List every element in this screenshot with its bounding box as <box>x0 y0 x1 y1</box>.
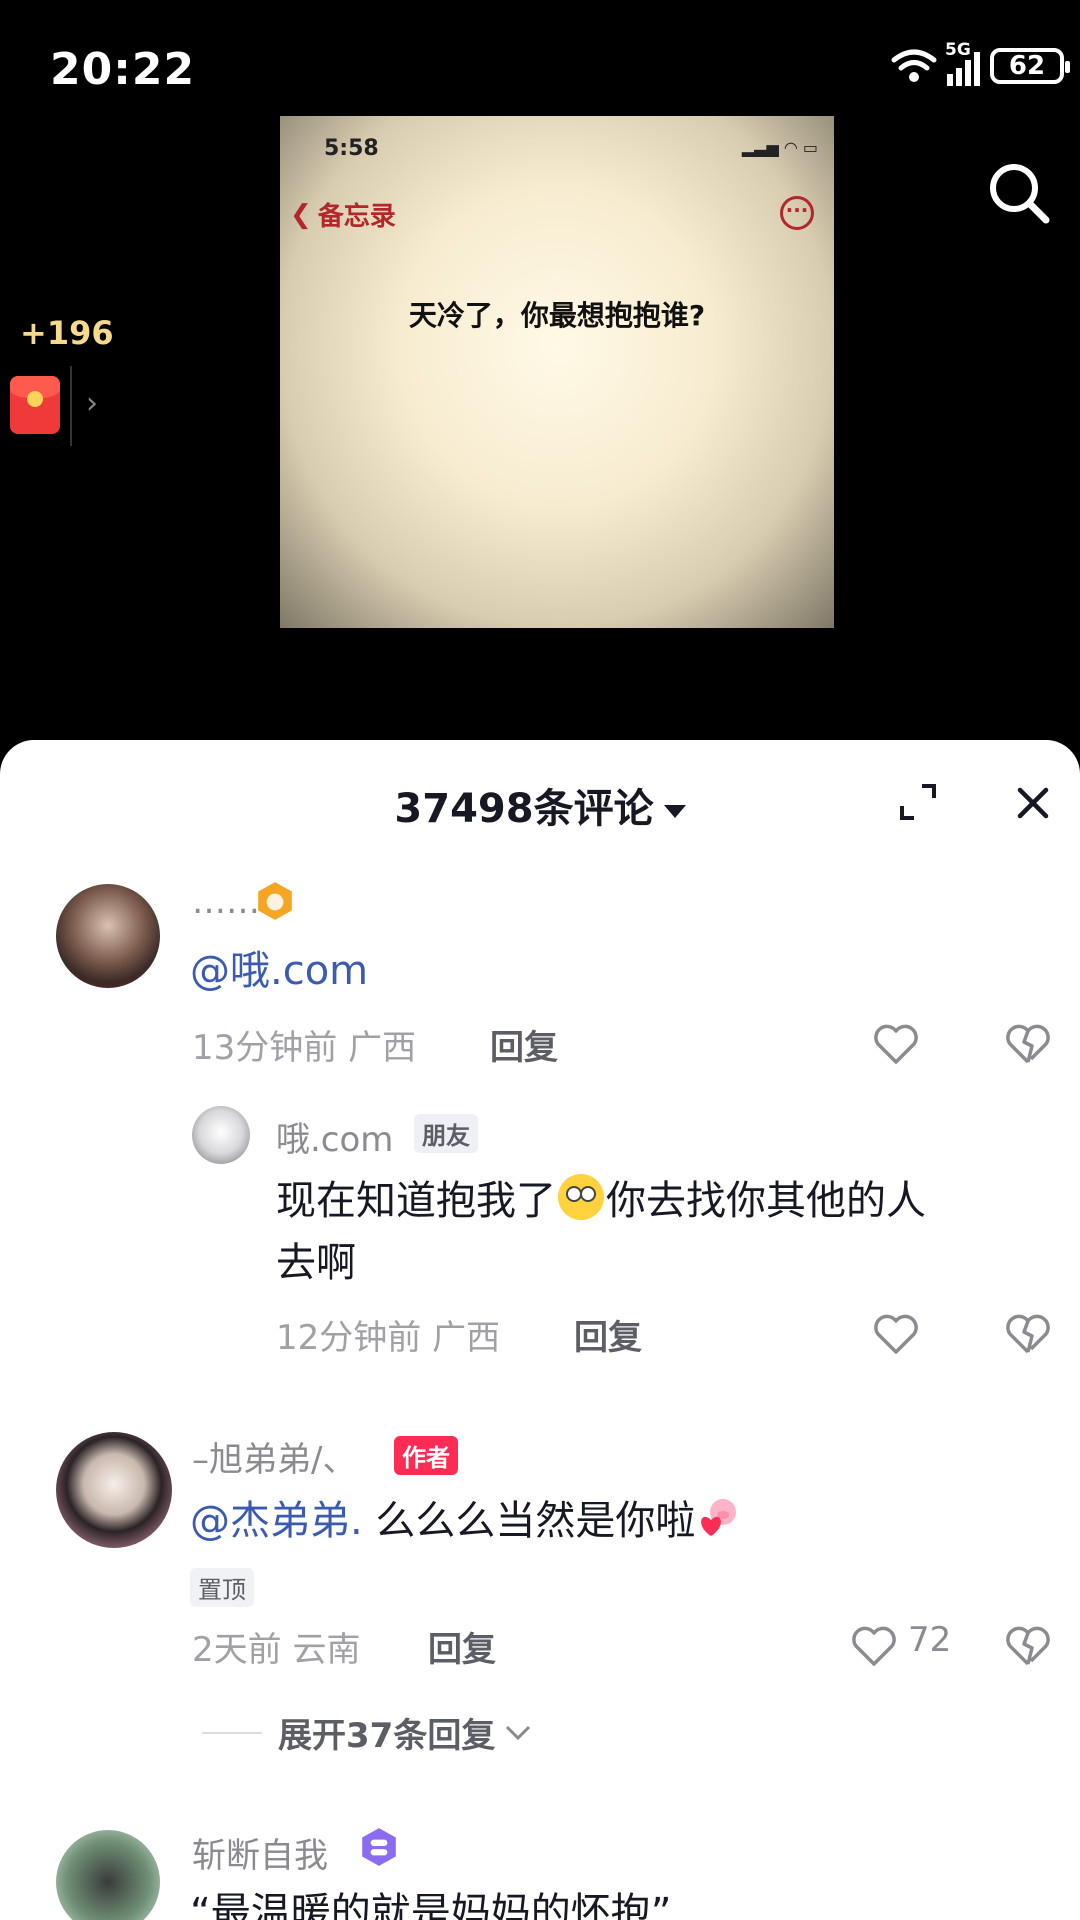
search-icon[interactable] <box>984 158 1054 228</box>
divider <box>70 366 72 446</box>
video-question-text: 天冷了，你最想抱抱谁? <box>408 299 706 332</box>
network-type: 5G <box>945 40 971 60</box>
expand-replies-label: 展开37条回复 <box>278 1716 496 1756</box>
comment-meta: 2天前 云南 <box>192 1622 360 1671</box>
video-phone-time: 5:58 <box>324 136 379 161</box>
comment-count-label: 37498条评论 <box>394 786 654 832</box>
close-icon[interactable] <box>1008 778 1058 828</box>
author-badge: 作者 <box>394 1436 458 1475</box>
chevron-left-icon: ❮ <box>290 199 312 230</box>
reply-username[interactable]: 哦.com <box>276 1112 393 1161</box>
broken-heart-icon[interactable] <box>1004 1624 1052 1668</box>
reply-button[interactable]: 回复 <box>490 1020 558 1069</box>
comment-username[interactable]: 斩断自我 <box>192 1828 328 1877</box>
comment-meta: 13分钟前 广西 <box>192 1020 416 1069</box>
heart-icon[interactable] <box>850 1624 898 1668</box>
video-back-button: ❮ 备忘录 <box>290 196 396 233</box>
chevron-right-icon[interactable]: › <box>86 386 98 421</box>
signal-icon: 5G <box>945 40 980 86</box>
caret-down-icon <box>663 804 686 818</box>
level-badge-icon <box>258 882 292 920</box>
comment-text: @哦.com <box>190 938 368 996</box>
red-packet-icon[interactable] <box>10 376 60 434</box>
chevron-down-icon <box>506 1725 531 1740</box>
comment-sheet-header: 37498条评论 <box>0 740 1080 860</box>
reply-text: 现在知道抱我了 你去找你其他的人 <box>276 1168 926 1226</box>
avatar[interactable] <box>56 884 160 988</box>
wifi-icon <box>891 49 937 82</box>
video-back-label: 备忘录 <box>317 202 396 232</box>
comment-text-body: 么么么当然是你啦 <box>362 1498 696 1544</box>
membership-badge-icon <box>362 1828 396 1866</box>
friend-badge: 朋友 <box>414 1114 478 1153</box>
reply-button[interactable]: 回复 <box>574 1310 642 1359</box>
reply-text-line2: 去啊 <box>276 1240 356 1286</box>
status-time: 20:22 <box>50 44 196 95</box>
expand-replies-button[interactable]: 展开37条回复 <box>202 1708 533 1757</box>
comment-text: @杰弟弟. 么么么当然是你啦 <box>190 1488 741 1546</box>
battery-icon: 62 <box>990 48 1070 84</box>
mention-link[interactable]: @杰弟弟. <box>190 1498 363 1544</box>
comment-sheet: 37498条评论 …… @哦.com 13分钟前 广西 回复 哦.com 朋友 … <box>0 740 1080 1920</box>
avatar[interactable] <box>192 1106 250 1164</box>
comment-text: “最温暖的就是妈妈的怀抱” <box>190 1890 672 1920</box>
status-icons: 5G 62 <box>891 40 1070 86</box>
comment-location: 广西 <box>348 1028 417 1068</box>
broken-heart-icon[interactable] <box>1004 1312 1052 1356</box>
reply-location: 广西 <box>432 1318 501 1358</box>
like-count: 72 <box>908 1620 952 1660</box>
reward-amount: +196 <box>20 314 114 352</box>
video-phone-status-icons: ▂▃▅ ◠ ▭ <box>741 138 818 157</box>
comment-username[interactable]: –旭弟弟/、 <box>192 1432 356 1481</box>
divider-line <box>202 1731 262 1734</box>
comment-location: 云南 <box>292 1630 361 1670</box>
eye-roll-emoji-icon <box>558 1174 604 1220</box>
pig-heart-emoji-icon <box>701 1499 737 1536</box>
more-icon: ··· <box>780 196 814 230</box>
reply-text-line1b: 你去找你其他的人 <box>606 1178 926 1224</box>
mention-link[interactable]: @哦.com <box>190 948 368 994</box>
comment-time: 2天前 <box>192 1630 282 1670</box>
broken-heart-icon[interactable] <box>1004 1022 1052 1066</box>
comment-username[interactable]: …… <box>192 882 260 922</box>
video-frame[interactable]: 5:58 ▂▃▅ ◠ ▭ ❮ 备忘录 ··· 天冷了，你最想抱抱谁? <box>280 116 834 628</box>
heart-icon[interactable] <box>872 1312 920 1356</box>
reply-button[interactable]: 回复 <box>428 1622 496 1671</box>
comment-time: 13分钟前 <box>192 1028 338 1068</box>
avatar[interactable] <box>56 1830 160 1920</box>
reply-text-line1: 现在知道抱我了 <box>276 1178 556 1224</box>
heart-icon[interactable] <box>872 1022 920 1066</box>
expand-icon[interactable] <box>896 780 940 824</box>
reply-meta: 12分钟前 广西 <box>276 1310 500 1359</box>
pinned-badge: 置顶 <box>190 1568 254 1607</box>
reply-time: 12分钟前 <box>276 1318 422 1358</box>
avatar[interactable] <box>56 1432 172 1548</box>
battery-level: 62 <box>1008 51 1046 81</box>
